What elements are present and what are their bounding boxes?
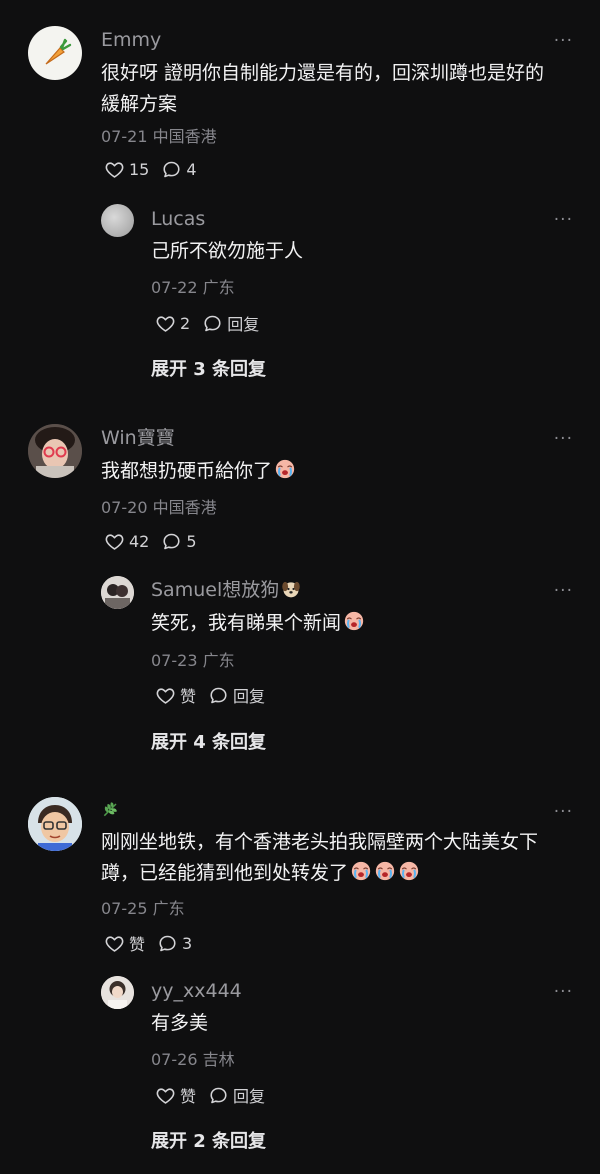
heart-icon xyxy=(155,685,176,706)
comment-bubble-icon xyxy=(208,685,229,706)
reply-count-button[interactable]: 5 xyxy=(161,531,197,552)
expand-replies-button[interactable]: 展开 3 条回复 xyxy=(151,355,266,381)
crying-face-icon xyxy=(350,860,372,882)
reply-count-button[interactable]: 4 xyxy=(161,159,197,180)
more-options-button[interactable]: ··· xyxy=(554,804,573,821)
reply-text: 笑死，我有睇果个新闻 xyxy=(151,608,365,639)
comment-text-line: 緩解方案 xyxy=(101,93,178,115)
crying-face-icon xyxy=(398,860,420,882)
like-count: 15 xyxy=(129,160,150,179)
reply-text: 己所不欲勿施于人 xyxy=(151,240,304,262)
like-button[interactable]: 42 xyxy=(104,531,149,552)
reply-label: 回复 xyxy=(233,687,266,706)
comment-count: 3 xyxy=(182,933,193,953)
heart-icon xyxy=(104,933,125,954)
comment-actions: 42 5 xyxy=(104,531,209,552)
comment-text-line: 很好呀 證明你自制能力還是有的，回深圳蹲也是好的 xyxy=(101,62,545,84)
crying-face-icon xyxy=(274,458,296,480)
reply-meta: 07-22 广东 xyxy=(151,278,235,297)
like-button[interactable]: 赞 xyxy=(155,683,196,707)
comment-bubble-icon xyxy=(157,933,178,954)
like-button[interactable]: 赞 xyxy=(104,931,145,955)
heart-icon xyxy=(104,159,125,180)
crying-face-icon xyxy=(343,610,365,632)
user-avatar[interactable] xyxy=(28,424,82,478)
comment-meta: 07-21 中国香港 xyxy=(101,127,217,146)
reply-text-content: 笑死，我有睇果个新闻 xyxy=(151,612,342,634)
comment-text-line: 刚刚坐地铁，有个香港老头拍我隔壁两个大陆美女下 xyxy=(101,831,539,853)
more-options-button[interactable]: ··· xyxy=(554,33,573,50)
like-label: 赞 xyxy=(129,935,146,954)
heart-icon xyxy=(104,531,125,552)
comment-text: 我都想扔硬币給你了 xyxy=(101,456,296,487)
comment-text-line: 蹲，已经能猜到他到处转发了 xyxy=(101,858,571,889)
comment-text-content: 我都想扔硬币給你了 xyxy=(101,460,273,482)
reply-button[interactable]: 回复 xyxy=(208,1083,265,1107)
reply-label: 回复 xyxy=(233,1087,266,1106)
like-count: 42 xyxy=(129,532,150,551)
reply-author-name: Samuel想放狗 xyxy=(151,579,280,601)
more-options-button[interactable]: ··· xyxy=(554,431,573,448)
reply-label: 回复 xyxy=(227,315,260,334)
reply-count-button[interactable]: 3 xyxy=(157,933,192,954)
reply-actions: 赞 回复 xyxy=(155,683,277,707)
comment-actions: 赞 3 xyxy=(104,931,204,955)
reply-actions: 2 回复 xyxy=(155,311,271,335)
reply-avatar[interactable] xyxy=(101,576,134,609)
comment-author[interactable] xyxy=(101,799,121,824)
reply-meta: 07-23 广东 xyxy=(151,651,235,670)
comment-count: 5 xyxy=(186,532,197,551)
comment-author[interactable]: Emmy xyxy=(101,29,161,51)
like-label: 赞 xyxy=(180,1087,197,1106)
cartoon-avatar-icon xyxy=(28,797,82,851)
like-label: 赞 xyxy=(180,687,197,706)
more-options-button[interactable]: ··· xyxy=(554,984,573,1001)
expand-replies-button[interactable]: 展开 4 条回复 xyxy=(151,728,266,754)
like-button[interactable]: 2 xyxy=(155,313,190,334)
comment-text-content: 蹲，已经能猜到他到处转发了 xyxy=(101,862,349,884)
more-options-button[interactable]: ··· xyxy=(554,583,573,600)
user-avatar[interactable] xyxy=(28,797,82,851)
comment-author[interactable]: Win寶寶 xyxy=(101,427,175,449)
comment-bubble-icon xyxy=(161,159,182,180)
heart-icon xyxy=(155,313,176,334)
like-button[interactable]: 15 xyxy=(104,159,149,180)
user-photo-icon xyxy=(101,576,134,609)
leaf-icon xyxy=(103,802,117,817)
heart-icon xyxy=(155,1085,176,1106)
reply-avatar[interactable] xyxy=(101,204,134,237)
like-count: 2 xyxy=(180,313,191,333)
comment-actions: 15 4 xyxy=(104,159,209,180)
comment-count: 4 xyxy=(186,160,197,179)
more-options-button[interactable]: ··· xyxy=(554,212,573,229)
like-button[interactable]: 赞 xyxy=(155,1083,196,1107)
crying-face-icon xyxy=(374,860,396,882)
user-avatar[interactable] xyxy=(28,26,82,80)
comment-text: 很好呀 證明你自制能力還是有的，回深圳蹲也是好的 緩解方案 xyxy=(101,58,571,120)
reply-meta: 07-26 吉林 xyxy=(151,1050,235,1069)
comment-text: 刚刚坐地铁，有个香港老头拍我隔壁两个大陆美女下 蹲，已经能猜到他到处转发了 xyxy=(101,827,571,889)
reply-actions: 赞 回复 xyxy=(155,1083,277,1107)
reply-author[interactable]: Samuel想放狗 xyxy=(151,579,301,601)
reply-button[interactable]: 回复 xyxy=(208,683,265,707)
reply-button[interactable]: 回复 xyxy=(202,311,259,335)
carrot-icon xyxy=(45,38,72,65)
reply-author[interactable]: yy_xx444 xyxy=(151,980,242,1002)
comment-bubble-icon xyxy=(208,1085,229,1106)
comment-bubble-icon xyxy=(202,313,223,334)
reply-avatar[interactable] xyxy=(101,976,134,1009)
comment-bubble-icon xyxy=(161,531,182,552)
comment-meta: 07-20 中国香港 xyxy=(101,498,217,517)
user-photo-icon xyxy=(101,976,134,1009)
expand-replies-button[interactable]: 展开 2 条回复 xyxy=(151,1127,266,1153)
dog-face-icon xyxy=(282,581,300,598)
comment-meta: 07-25 广东 xyxy=(101,899,185,918)
reply-text: 有多美 xyxy=(151,1012,209,1034)
user-photo-icon xyxy=(28,424,82,478)
reply-author[interactable]: Lucas xyxy=(151,208,205,230)
